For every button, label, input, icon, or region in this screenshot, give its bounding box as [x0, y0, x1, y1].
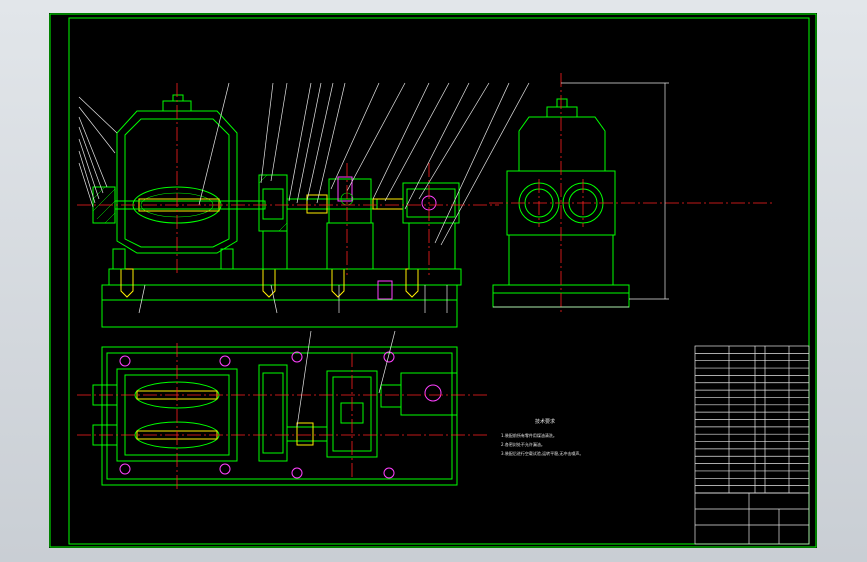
plan-view	[77, 330, 489, 489]
technical-notes: 技术要求 1.装配前所有零件用煤油清洗。 2.各密封处不允许漏油。 3.装配后进…	[501, 418, 583, 456]
drawing-sheet: 技术要求 1.装配前所有零件用煤油清洗。 2.各密封处不允许漏油。 3.装配后进…	[49, 13, 817, 548]
parts-list	[694, 345, 810, 545]
assembly-drawing: 技术要求 1.装配前所有零件用煤油清洗。 2.各密封处不允许漏油。 3.装配后进…	[49, 13, 817, 548]
front-view	[77, 82, 530, 328]
notes-heading: 技术要求	[535, 418, 555, 425]
note-line-2: 2.各密封处不允许漏油。	[501, 441, 545, 447]
note-line-1: 1.装配前所有零件用煤油清洗。	[501, 432, 557, 438]
side-view	[489, 73, 773, 313]
note-line-3: 3.装配后进行空载试验,运转平稳,无冲击噪声。	[501, 450, 583, 456]
sheet-border	[49, 13, 817, 548]
